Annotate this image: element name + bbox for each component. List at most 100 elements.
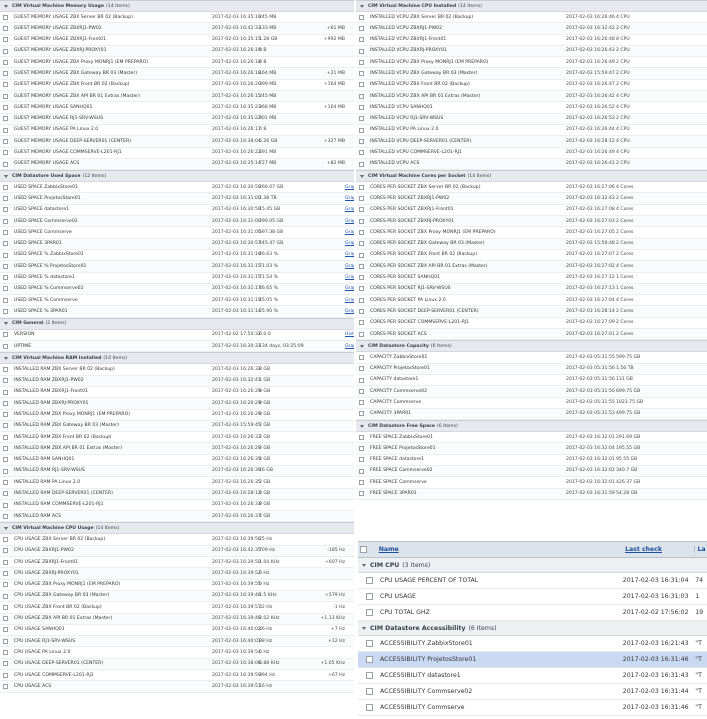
table-row[interactable]: INSTALLED VCPU DEEP-SERVER01 (CENTER) 201… <box>356 136 707 148</box>
table-row[interactable]: CPU USAGE ZBXRJ1-Front01 2017-02-03 16:39… <box>0 557 354 569</box>
graph-link[interactable]: Graph <box>345 250 354 260</box>
table-row[interactable]: INSTALLED VCPU SANHQ01 2017-02-03 16:26:5… <box>356 102 707 114</box>
group-header[interactable]: CIM Datastore Accessibility (6 Items) <box>358 621 707 636</box>
group-header[interactable]: CIM Datastore Used Space (12 Items) <box>0 171 354 183</box>
item-name[interactable]: UPTIME <box>14 341 212 351</box>
item-name[interactable]: CPU USAGE ZBXRJ1-PW02 <box>14 546 212 556</box>
table-row[interactable]: FREE SPACE ProjetosStore01 2017-02-03 16:… <box>356 443 707 455</box>
table-row[interactable]: GUEST MEMORY USAGE ZBXRJ1-Front01 2017-02… <box>0 35 354 46</box>
table-row[interactable]: CPU USAGE ZBX Server BR 02 (Backup) 2017-… <box>0 534 354 546</box>
row-checkbox[interactable] <box>366 688 373 695</box>
item-name[interactable]: INSTALLED VCPU ACS <box>370 159 566 169</box>
row-checkbox[interactable] <box>3 582 8 588</box>
item-name[interactable]: INSTALLED RAM SANHQ01 <box>14 455 212 465</box>
row-checkbox[interactable] <box>3 650 8 656</box>
row-checkbox[interactable] <box>359 241 364 247</box>
table-row[interactable]: USED SPACE % 3PAR01 2017-02-03 16:31:14 25… <box>0 306 354 318</box>
row-checkbox[interactable] <box>359 150 364 156</box>
item-name[interactable]: GUEST MEMORY USAGE ZBX Proxy MONRJ1 (EM … <box>14 57 212 67</box>
table-row[interactable]: GUEST MEMORY USAGE PA Linux 2.0 2017-02-0… <box>0 125 354 137</box>
row-checkbox[interactable] <box>3 37 8 43</box>
row-checkbox[interactable] <box>3 502 8 508</box>
column-header-last-value[interactable]: La <box>694 546 707 553</box>
row-checkbox[interactable] <box>359 82 364 88</box>
row-checkbox[interactable] <box>3 378 8 384</box>
row-checkbox[interactable] <box>3 683 8 689</box>
row-checkbox[interactable] <box>3 593 8 599</box>
table-row[interactable]: INSTALLED VCPU RJ1-SRV-WSUS 2017-02-03 16… <box>356 113 707 125</box>
table-row[interactable]: GUEST MEMORY USAGE DEEP-SERVER01 (CENTER… <box>0 136 354 148</box>
row-checkbox[interactable] <box>359 320 364 326</box>
row-checkbox[interactable] <box>366 593 373 600</box>
item-name[interactable]: INSTALLED RAM COMMSERVE-L201-RJ1 <box>14 500 212 510</box>
graph-link[interactable]: Graph <box>345 182 354 192</box>
item-name[interactable]: CPU USAGE ZBX Gateway BR 03 (Master) <box>14 591 212 601</box>
row-checkbox[interactable] <box>3 59 8 65</box>
table-row[interactable]: CPU USAGE ZBXRJ-PROXY01 2017-02-03 16:39:… <box>0 568 354 580</box>
item-name[interactable]: CORES PER SOCKET ZBXRJ1-PW02 <box>370 193 566 203</box>
item-name[interactable]: GUEST MEMORY USAGE ZBX Server BR 02 (Bac… <box>14 12 212 22</box>
item-name[interactable]: GUEST MEMORY USAGE ZBX Gateway BR 03 (Ma… <box>14 68 212 78</box>
item-name[interactable]: ACCESSIBILITY Commserve <box>380 704 623 711</box>
item-name[interactable]: INSTALLED VCPU ZBXRJ1-Front01 <box>370 35 566 45</box>
table-row[interactable]: USED SPACE % datastore1 2017-02-03 16:31:… <box>0 273 354 284</box>
table-row[interactable]: CORES PER SOCKET DEEP-SERVER01 (CENTER) 2… <box>356 306 707 318</box>
graph-link[interactable]: Graph <box>345 295 354 305</box>
item-name[interactable]: CPU USAGE <box>380 593 623 600</box>
row-checkbox[interactable] <box>3 48 8 54</box>
row-checkbox[interactable] <box>3 196 8 202</box>
table-row[interactable]: INSTALLED RAM DEEP-SERVER01 (CENTER) 2017… <box>0 488 354 500</box>
row-checkbox[interactable] <box>359 468 364 474</box>
row-checkbox[interactable] <box>359 196 364 202</box>
table-row[interactable]: GUEST MEMORY USAGE ZBX Proxy MONRJ1 (EM … <box>0 57 354 69</box>
table-row[interactable]: CORES PER SOCKET ZBX Front BR 02 (Backup… <box>356 250 707 262</box>
row-checkbox[interactable] <box>3 559 8 565</box>
table-row[interactable]: ACCESSIBILITY ZabbixStore01 2017-02-03 16… <box>358 636 707 652</box>
item-name[interactable]: CPU USAGE RJ1-SRV-WSUS <box>14 636 212 646</box>
item-name[interactable]: USED SPACE % ZabbixStore01 <box>14 250 212 260</box>
group-header[interactable]: CIM Virtual Machine CPU Usage (14 Items) <box>0 523 354 535</box>
row-checkbox[interactable] <box>3 479 8 485</box>
chevron-down-icon[interactable] <box>360 4 365 9</box>
row-checkbox[interactable] <box>359 457 364 463</box>
row-checkbox[interactable] <box>3 491 8 497</box>
item-name[interactable]: INSTALLED VCPU ZBX Server BR 02 (Backup) <box>370 12 566 22</box>
table-row[interactable]: INSTALLED VCPU ZBX Front BR 02 (Backup) 2… <box>356 80 707 92</box>
table-row[interactable]: CPU TOTAL GHZ 2017-02-02 17:56:02 19 <box>358 605 707 621</box>
table-row[interactable]: USED SPACE % Commserve 2017-02-03 16:31:1… <box>0 295 354 307</box>
row-checkbox[interactable] <box>3 297 8 303</box>
item-name[interactable]: INSTALLED VCPU ZBX Gateway BR 03 (Master… <box>370 68 566 78</box>
table-row[interactable]: INSTALLED VCPU ZBX Proxy MONRJ1 (EM PREP… <box>356 57 707 69</box>
row-checkbox[interactable] <box>3 275 8 281</box>
row-checkbox[interactable] <box>3 25 8 31</box>
group-header[interactable]: CIM Virtual Machine CPU Installed (14 Ite… <box>356 1 707 12</box>
row-checkbox[interactable] <box>359 263 364 269</box>
item-name[interactable]: CAPACITY 3PAR01 <box>370 409 566 419</box>
graph-link[interactable]: Histo <box>345 330 354 340</box>
table-row[interactable]: CPU USAGE 2017-02-03 16:31:03 1 <box>358 589 707 605</box>
table-row[interactable]: INSTALLED VCPU ZBX Gateway BR 03 (Master… <box>356 68 707 80</box>
item-name[interactable]: GUEST MEMORY USAGE ZBXRJ-PROXY01 <box>14 46 212 56</box>
table-row[interactable]: INSTALLED VCPU ZBXRJ1-PW02 2017-02-03 16:… <box>356 23 707 35</box>
table-row[interactable]: INSTALLED VCPU ZBX API BR 01 Extras (Mas… <box>356 91 707 103</box>
item-name[interactable]: GUEST MEMORY USAGE ZBXRJ1-Front01 <box>14 35 212 45</box>
row-checkbox[interactable] <box>3 309 8 315</box>
row-checkbox[interactable] <box>3 286 8 292</box>
table-row[interactable]: GUEST MEMORY USAGE RJ1-SRV-WSUS 2017-02-0… <box>0 113 354 125</box>
chevron-down-icon[interactable] <box>360 424 365 429</box>
item-name[interactable]: INSTALLED VCPU RJ1-SRV-WSUS <box>370 114 566 124</box>
table-row[interactable]: GUEST MEMORY USAGE ZBX API BR 01 Extras … <box>0 91 354 103</box>
row-checkbox[interactable] <box>359 48 364 54</box>
table-row[interactable]: USED SPACE ProjetosStore01 2017-02-03 16:… <box>0 193 354 205</box>
group-header[interactable]: CIM Datastore Capacity (6 Items) <box>356 341 707 353</box>
item-name[interactable]: INSTALLED RAM DEEP-SERVER01 (CENTER) <box>14 489 212 499</box>
row-checkbox[interactable] <box>366 704 373 711</box>
table-row[interactable]: CPU USAGE ZBXRJ1-PW02 2017-02-03 16:42:35… <box>0 545 354 558</box>
item-name[interactable]: CAPACITY ZabbixStore01 <box>370 352 566 362</box>
row-checkbox[interactable] <box>3 604 8 610</box>
table-row[interactable]: CORES PER SOCKET SANHQ01 2017-02-03 16:27… <box>356 273 707 284</box>
table-row[interactable]: FREE SPACE datastore1 2017-02-03 16:32:01… <box>356 455 707 466</box>
chevron-down-icon[interactable] <box>360 344 365 349</box>
row-checkbox[interactable] <box>359 138 364 144</box>
item-name[interactable]: CPU USAGE SANHQ01 <box>14 625 212 635</box>
